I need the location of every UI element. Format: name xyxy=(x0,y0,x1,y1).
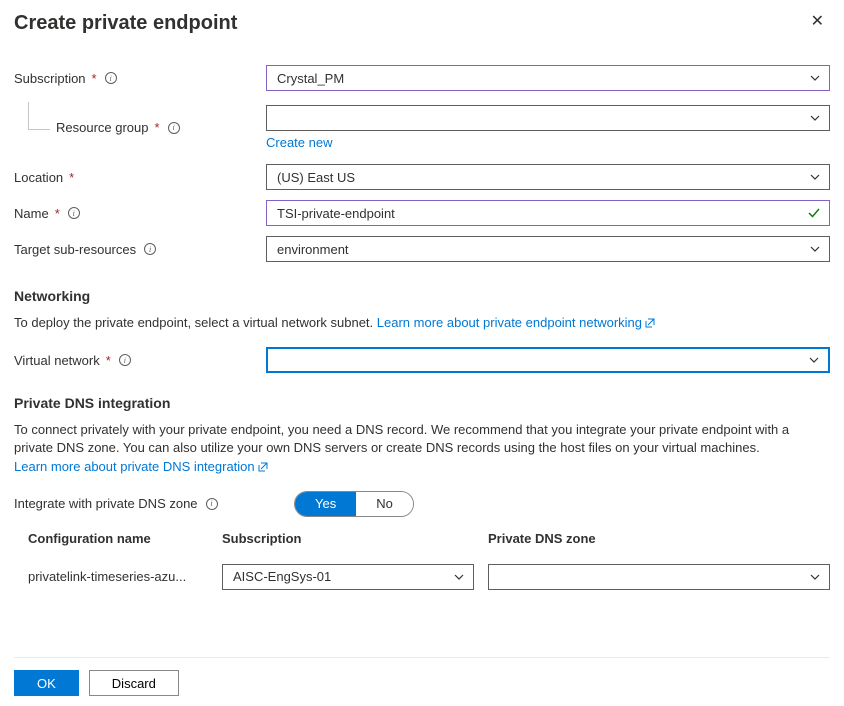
name-label: Name xyxy=(14,206,49,221)
dns-title: Private DNS integration xyxy=(14,395,830,411)
toggle-no[interactable]: No xyxy=(356,492,413,516)
resource-group-label: Resource group xyxy=(56,120,149,135)
info-icon[interactable]: i xyxy=(168,122,180,134)
dns-col-zone: Private DNS zone xyxy=(488,531,830,546)
dns-learn-more-text: Learn more about private DNS integration xyxy=(14,459,255,474)
vnet-select[interactable] xyxy=(266,347,830,373)
integrate-dns-toggle[interactable]: Yes No xyxy=(294,491,414,517)
resource-group-select[interactable] xyxy=(266,105,830,131)
page-title: Create private endpoint xyxy=(14,12,237,35)
info-icon[interactable]: i xyxy=(119,354,131,366)
networking-learn-more-text: Learn more about private endpoint networ… xyxy=(377,315,642,330)
name-input[interactable]: TSI-private-endpoint xyxy=(266,200,830,226)
networking-learn-more-link[interactable]: Learn more about private endpoint networ… xyxy=(377,315,655,330)
subscription-label: Subscription xyxy=(14,71,86,86)
chevron-down-icon xyxy=(808,354,820,366)
info-icon[interactable]: i xyxy=(105,72,117,84)
integrate-dns-label: Integrate with private DNS zone xyxy=(14,496,198,511)
dns-zone-select[interactable] xyxy=(488,564,830,590)
required-indicator: * xyxy=(155,120,160,135)
required-indicator: * xyxy=(69,170,74,185)
required-indicator: * xyxy=(55,206,60,221)
chevron-down-icon xyxy=(809,243,821,255)
target-sub-label: Target sub-resources xyxy=(14,242,136,257)
location-label: Location xyxy=(14,170,63,185)
toggle-yes[interactable]: Yes xyxy=(295,492,356,516)
info-icon[interactable]: i xyxy=(144,243,156,255)
ok-button[interactable]: OK xyxy=(14,670,79,696)
create-new-link[interactable]: Create new xyxy=(266,135,830,150)
dns-desc: To connect privately with your private e… xyxy=(14,422,789,455)
check-icon xyxy=(807,206,821,220)
networking-title: Networking xyxy=(14,288,830,304)
hierarchy-line xyxy=(28,102,50,130)
chevron-down-icon xyxy=(809,571,821,583)
name-value: TSI-private-endpoint xyxy=(277,206,395,221)
external-link-icon xyxy=(258,459,268,477)
location-select[interactable]: (US) East US xyxy=(266,164,830,190)
required-indicator: * xyxy=(106,353,111,368)
discard-button[interactable]: Discard xyxy=(89,670,179,696)
chevron-down-icon xyxy=(453,571,465,583)
dns-table-row: privatelink-timeseries-azu... AISC-EngSy… xyxy=(14,556,830,598)
dns-col-subscription: Subscription xyxy=(222,531,488,546)
required-indicator: * xyxy=(92,71,97,86)
target-sub-value: environment xyxy=(277,242,349,257)
chevron-down-icon xyxy=(809,72,821,84)
dns-subscription-value: AISC-EngSys-01 xyxy=(233,569,331,584)
info-icon[interactable]: i xyxy=(206,498,218,510)
dns-col-config-name: Configuration name xyxy=(14,531,222,546)
chevron-down-icon xyxy=(809,112,821,124)
vnet-label: Virtual network xyxy=(14,353,100,368)
info-icon[interactable]: i xyxy=(68,207,80,219)
networking-desc: To deploy the private endpoint, select a… xyxy=(14,315,377,330)
dns-learn-more-link[interactable]: Learn more about private DNS integration xyxy=(14,459,268,474)
target-sub-select[interactable]: environment xyxy=(266,236,830,262)
close-button[interactable]: ✕ xyxy=(805,12,830,32)
external-link-icon xyxy=(645,315,655,333)
chevron-down-icon xyxy=(809,171,821,183)
subscription-select[interactable]: Crystal_PM xyxy=(266,65,830,91)
location-value: (US) East US xyxy=(277,170,355,185)
dns-subscription-select[interactable]: AISC-EngSys-01 xyxy=(222,564,474,590)
dns-config-name: privatelink-timeseries-azu... xyxy=(14,569,222,584)
subscription-value: Crystal_PM xyxy=(277,71,344,86)
